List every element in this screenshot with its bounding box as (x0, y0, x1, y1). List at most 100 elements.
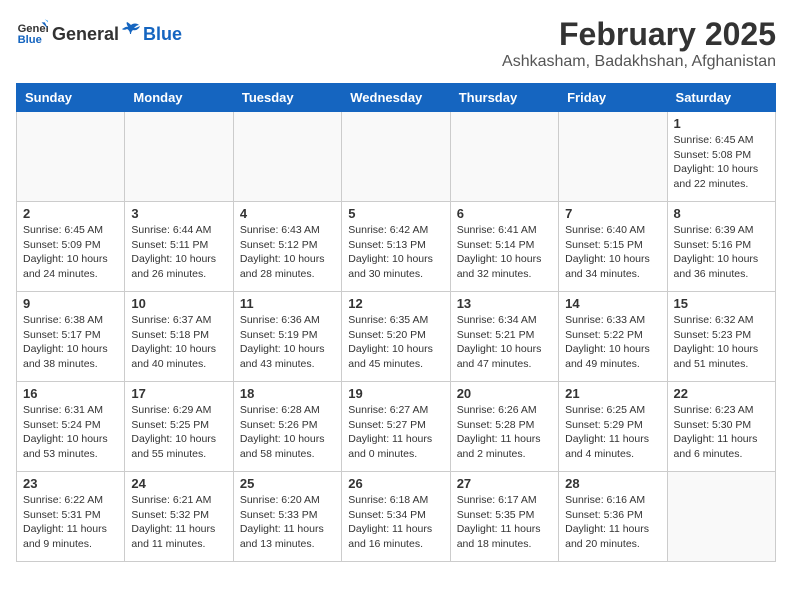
calendar-cell: 8 Sunrise: 6:39 AM Sunset: 5:16 PM Daylig… (667, 202, 775, 292)
calendar-cell: 19 Sunrise: 6:27 AM Sunset: 5:27 PM Dayli… (342, 382, 450, 472)
day-number: 19 (348, 386, 443, 401)
day-number: 22 (674, 386, 769, 401)
logo-general: General (52, 24, 119, 45)
day-info: Sunrise: 6:32 AM Sunset: 5:23 PM Dayligh… (674, 313, 769, 372)
day-number: 6 (457, 206, 552, 221)
svg-text:General: General (18, 23, 48, 35)
calendar-cell: 1 Sunrise: 6:45 AM Sunset: 5:08 PM Daylig… (667, 112, 775, 202)
logo-bird-icon (121, 20, 141, 40)
day-info: Sunrise: 6:21 AM Sunset: 5:32 PM Dayligh… (131, 493, 226, 552)
day-header-friday: Friday (559, 84, 667, 112)
calendar-cell: 4 Sunrise: 6:43 AM Sunset: 5:12 PM Daylig… (233, 202, 341, 292)
calendar-cell: 9 Sunrise: 6:38 AM Sunset: 5:17 PM Daylig… (17, 292, 125, 382)
calendar-cell: 24Sunrise: 6:21 AM Sunset: 5:32 PM Dayli… (125, 472, 233, 562)
calendar-cell: 16 Sunrise: 6:31 AM Sunset: 5:24 PM Dayli… (17, 382, 125, 472)
calendar-cell: 12 Sunrise: 6:35 AM Sunset: 5:20 PM Dayli… (342, 292, 450, 382)
day-header-thursday: Thursday (450, 84, 558, 112)
day-header-tuesday: Tuesday (233, 84, 341, 112)
calendar-cell: 20 Sunrise: 6:26 AM Sunset: 5:28 PM Dayli… (450, 382, 558, 472)
calendar-cell: 26 Sunrise: 6:18 AM Sunset: 5:34 PM Dayli… (342, 472, 450, 562)
day-info: Sunrise: 6:43 AM Sunset: 5:12 PM Dayligh… (240, 223, 335, 282)
calendar-cell: 21 Sunrise: 6:25 AM Sunset: 5:29 PM Dayli… (559, 382, 667, 472)
logo-icon: General Blue (16, 16, 48, 48)
calendar-cell: 2 Sunrise: 6:45 AM Sunset: 5:09 PM Daylig… (17, 202, 125, 292)
day-number: 10 (131, 296, 226, 311)
calendar-cell: 28Sunrise: 6:16 AM Sunset: 5:36 PM Dayli… (559, 472, 667, 562)
day-info: Sunrise: 6:31 AM Sunset: 5:24 PM Dayligh… (23, 403, 118, 462)
day-number: 26 (348, 476, 443, 491)
location-subtitle: Ashkasham, Badakhshan, Afghanistan (502, 53, 776, 71)
day-header-wednesday: Wednesday (342, 84, 450, 112)
day-info: Sunrise: 6:35 AM Sunset: 5:20 PM Dayligh… (348, 313, 443, 372)
day-info: Sunrise: 6:20 AM Sunset: 5:33 PM Dayligh… (240, 493, 335, 552)
day-number: 17 (131, 386, 226, 401)
calendar-cell: 27Sunrise: 6:17 AM Sunset: 5:35 PM Dayli… (450, 472, 558, 562)
day-number: 5 (348, 206, 443, 221)
day-number: 20 (457, 386, 552, 401)
calendar-cell (17, 112, 125, 202)
day-number: 21 (565, 386, 660, 401)
calendar-cell: 14Sunrise: 6:33 AM Sunset: 5:22 PM Dayli… (559, 292, 667, 382)
day-number: 3 (131, 206, 226, 221)
day-number: 4 (240, 206, 335, 221)
calendar-table: SundayMondayTuesdayWednesdayThursdayFrid… (16, 83, 776, 562)
day-number: 27 (457, 476, 552, 491)
day-number: 11 (240, 296, 335, 311)
day-info: Sunrise: 6:40 AM Sunset: 5:15 PM Dayligh… (565, 223, 660, 282)
day-header-sunday: Sunday (17, 84, 125, 112)
day-info: Sunrise: 6:45 AM Sunset: 5:08 PM Dayligh… (674, 133, 769, 192)
page-header: General Blue General Blue February 2025 … (16, 16, 776, 71)
logo-blue: Blue (143, 24, 182, 45)
day-number: 8 (674, 206, 769, 221)
day-number: 1 (674, 116, 769, 131)
calendar-cell: 7 Sunrise: 6:40 AM Sunset: 5:15 PM Daylig… (559, 202, 667, 292)
day-info: Sunrise: 6:23 AM Sunset: 5:30 PM Dayligh… (674, 403, 769, 462)
calendar-cell: 6 Sunrise: 6:41 AM Sunset: 5:14 PM Daylig… (450, 202, 558, 292)
day-info: Sunrise: 6:41 AM Sunset: 5:14 PM Dayligh… (457, 223, 552, 282)
day-number: 28 (565, 476, 660, 491)
day-info: Sunrise: 6:29 AM Sunset: 5:25 PM Dayligh… (131, 403, 226, 462)
calendar-cell (233, 112, 341, 202)
month-year-title: February 2025 (502, 16, 776, 53)
day-info: Sunrise: 6:39 AM Sunset: 5:16 PM Dayligh… (674, 223, 769, 282)
calendar-cell: 15 Sunrise: 6:32 AM Sunset: 5:23 PM Dayli… (667, 292, 775, 382)
day-header-monday: Monday (125, 84, 233, 112)
day-info: Sunrise: 6:33 AM Sunset: 5:22 PM Dayligh… (565, 313, 660, 372)
day-number: 15 (674, 296, 769, 311)
calendar-cell: 25Sunrise: 6:20 AM Sunset: 5:33 PM Dayli… (233, 472, 341, 562)
day-info: Sunrise: 6:34 AM Sunset: 5:21 PM Dayligh… (457, 313, 552, 372)
day-number: 2 (23, 206, 118, 221)
calendar-cell: 11 Sunrise: 6:36 AM Sunset: 5:19 PM Dayli… (233, 292, 341, 382)
calendar-cell: 18 Sunrise: 6:28 AM Sunset: 5:26 PM Dayli… (233, 382, 341, 472)
week-row-1: 1 Sunrise: 6:45 AM Sunset: 5:08 PM Daylig… (17, 112, 776, 202)
calendar-cell (559, 112, 667, 202)
day-info: Sunrise: 6:38 AM Sunset: 5:17 PM Dayligh… (23, 313, 118, 372)
day-info: Sunrise: 6:37 AM Sunset: 5:18 PM Dayligh… (131, 313, 226, 372)
day-number: 16 (23, 386, 118, 401)
week-row-2: 2 Sunrise: 6:45 AM Sunset: 5:09 PM Daylig… (17, 202, 776, 292)
day-number: 12 (348, 296, 443, 311)
day-header-saturday: Saturday (667, 84, 775, 112)
week-row-4: 16 Sunrise: 6:31 AM Sunset: 5:24 PM Dayli… (17, 382, 776, 472)
day-info: Sunrise: 6:27 AM Sunset: 5:27 PM Dayligh… (348, 403, 443, 462)
week-row-5: 23 Sunrise: 6:22 AM Sunset: 5:31 PM Dayli… (17, 472, 776, 562)
day-number: 23 (23, 476, 118, 491)
calendar-cell: 22 Sunrise: 6:23 AM Sunset: 5:30 PM Dayli… (667, 382, 775, 472)
day-info: Sunrise: 6:42 AM Sunset: 5:13 PM Dayligh… (348, 223, 443, 282)
day-info: Sunrise: 6:36 AM Sunset: 5:19 PM Dayligh… (240, 313, 335, 372)
day-info: Sunrise: 6:22 AM Sunset: 5:31 PM Dayligh… (23, 493, 118, 552)
day-number: 7 (565, 206, 660, 221)
calendar-header-row: SundayMondayTuesdayWednesdayThursdayFrid… (17, 84, 776, 112)
day-info: Sunrise: 6:45 AM Sunset: 5:09 PM Dayligh… (23, 223, 118, 282)
day-info: Sunrise: 6:28 AM Sunset: 5:26 PM Dayligh… (240, 403, 335, 462)
day-number: 18 (240, 386, 335, 401)
day-info: Sunrise: 6:18 AM Sunset: 5:34 PM Dayligh… (348, 493, 443, 552)
day-number: 9 (23, 296, 118, 311)
calendar-cell (450, 112, 558, 202)
week-row-3: 9 Sunrise: 6:38 AM Sunset: 5:17 PM Daylig… (17, 292, 776, 382)
day-info: Sunrise: 6:26 AM Sunset: 5:28 PM Dayligh… (457, 403, 552, 462)
calendar-cell (125, 112, 233, 202)
calendar-cell: 5 Sunrise: 6:42 AM Sunset: 5:13 PM Daylig… (342, 202, 450, 292)
calendar-cell: 3Sunrise: 6:44 AM Sunset: 5:11 PM Daylig… (125, 202, 233, 292)
day-info: Sunrise: 6:25 AM Sunset: 5:29 PM Dayligh… (565, 403, 660, 462)
